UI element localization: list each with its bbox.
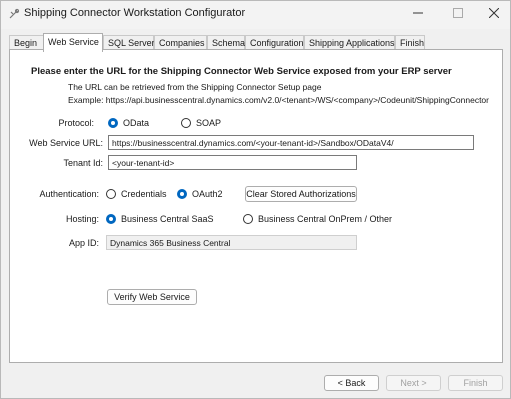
- configurator-window: Shipping Connector Workstation Configura…: [0, 0, 511, 399]
- auth-credentials-label[interactable]: Credentials: [121, 189, 167, 199]
- auth-oauth2-radio[interactable]: [177, 189, 187, 199]
- web-service-url-input[interactable]: https://businesscentral.dynamics.com/<yo…: [108, 135, 474, 150]
- hosting-onprem-label[interactable]: Business Central OnPrem / Other: [258, 214, 392, 224]
- protocol-odata-label[interactable]: OData: [123, 118, 149, 128]
- tab-web-service[interactable]: Web Service: [43, 33, 103, 52]
- tab-schema[interactable]: Schema: [207, 35, 245, 50]
- protocol-soap-label[interactable]: SOAP: [196, 118, 221, 128]
- app-icon: [8, 8, 20, 20]
- verify-web-service-button[interactable]: Verify Web Service: [107, 289, 197, 305]
- page-heading: Please enter the URL for the Shipping Co…: [31, 66, 452, 77]
- clear-authorizations-button[interactable]: Clear Stored Authorizations: [245, 186, 357, 202]
- app-id-field: Dynamics 365 Business Central: [106, 235, 357, 250]
- next-button[interactable]: Next >: [386, 375, 441, 391]
- protocol-odata-radio[interactable]: [108, 118, 118, 128]
- tab-sql-server[interactable]: SQL Server: [103, 35, 155, 50]
- minimize-icon[interactable]: [401, 1, 435, 25]
- tenant-label: Tenant Id:: [63, 158, 103, 168]
- tenant-id-input[interactable]: <your-tenant-id>: [108, 155, 357, 170]
- tab-begin[interactable]: Begin: [9, 35, 44, 50]
- maximize-icon[interactable]: [441, 1, 475, 25]
- hint-text: The URL can be retrieved from the Shippi…: [68, 82, 322, 92]
- tab-finish[interactable]: Finish: [395, 35, 425, 50]
- close-icon[interactable]: [477, 1, 511, 25]
- back-button[interactable]: < Back: [324, 375, 379, 391]
- tab-shipping-applications[interactable]: Shipping Applications: [304, 35, 395, 50]
- hosting-saas-label[interactable]: Business Central SaaS: [121, 214, 214, 224]
- hosting-saas-radio[interactable]: [106, 214, 116, 224]
- finish-button[interactable]: Finish: [448, 375, 503, 391]
- tab-configuration[interactable]: Configuration: [245, 35, 304, 50]
- protocol-label: Protocol:: [58, 118, 94, 128]
- hosting-label: Hosting:: [65, 214, 99, 224]
- example-text: Example: https://api.businesscentral.dyn…: [68, 95, 489, 105]
- auth-credentials-radio[interactable]: [106, 189, 116, 199]
- hosting-onprem-radio[interactable]: [243, 214, 253, 224]
- tab-companies[interactable]: Companies: [154, 35, 207, 50]
- auth-oauth2-label[interactable]: OAuth2: [192, 189, 223, 199]
- protocol-soap-radio[interactable]: [181, 118, 191, 128]
- window-title: Shipping Connector Workstation Configura…: [24, 7, 246, 19]
- title-bar[interactable]: Shipping Connector Workstation Configura…: [1, 1, 510, 29]
- authentication-label: Authentication:: [39, 189, 99, 199]
- app-id-label: App ID:: [68, 238, 99, 248]
- url-label: Web Service URL:: [29, 138, 103, 148]
